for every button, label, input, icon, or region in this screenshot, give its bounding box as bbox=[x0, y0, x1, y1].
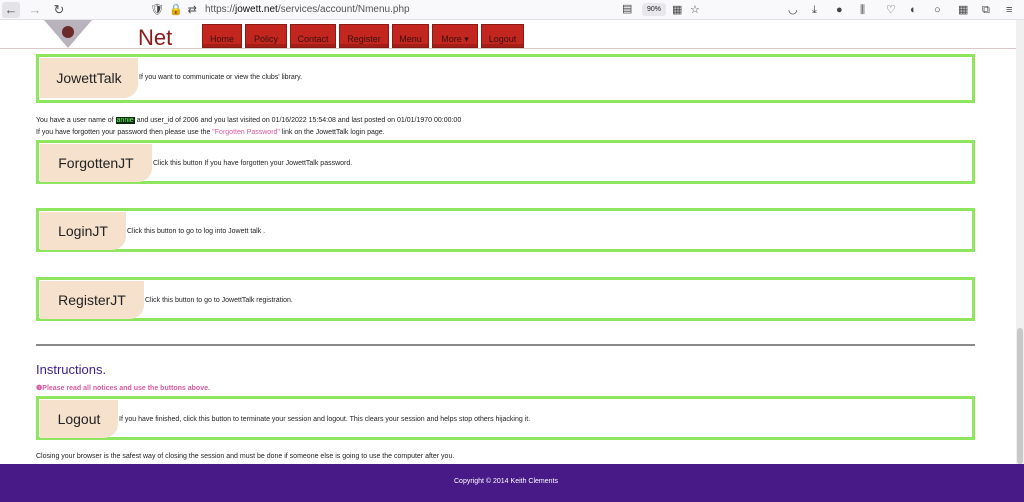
password-help-suffix: link on the JowettTalk login page. bbox=[281, 129, 385, 136]
jowetttalk-panel: JowettTalk If you want to communicate or… bbox=[36, 54, 975, 103]
url-path: /services/account/Nmenu.php bbox=[277, 4, 410, 15]
registerjt-description: Click this button to go to JowettTalk re… bbox=[145, 297, 293, 304]
menu-more-dropdown[interactable]: More ▾ bbox=[432, 24, 478, 48]
ublock-shield-icon[interactable]: ♡ bbox=[886, 2, 896, 18]
zoom-level[interactable]: 90% bbox=[642, 3, 666, 16]
download-icon[interactable]: ⤓ bbox=[812, 2, 817, 18]
instructions-heading: Instructions. bbox=[36, 362, 107, 377]
bookmark-star-icon[interactable]: ☆ bbox=[690, 2, 700, 18]
reader-view-icon[interactable]: ▤ bbox=[622, 2, 632, 15]
loginjt-button[interactable]: LoginJT bbox=[40, 212, 126, 250]
menu-menu-button[interactable]: Menu bbox=[392, 24, 429, 48]
extension-2-icon[interactable]: ○ bbox=[934, 2, 941, 18]
user-info-prefix: You have a user name of bbox=[36, 117, 114, 124]
reload-icon[interactable]: ↻ bbox=[50, 2, 68, 18]
jowetttalk-button[interactable]: JowettTalk bbox=[40, 58, 138, 98]
menu-logout-button[interactable]: Logout bbox=[481, 24, 524, 48]
forward-arrow-icon[interactable]: → bbox=[26, 2, 44, 18]
url-scheme: https:// bbox=[205, 4, 236, 15]
site-security-icons[interactable]: 🛡🔒⇄ bbox=[150, 3, 202, 16]
extension-icon[interactable]: ◐ bbox=[910, 2, 917, 18]
section-divider bbox=[36, 344, 975, 346]
logout-description: If you have finished, click this button … bbox=[119, 416, 531, 423]
registerjt-button[interactable]: RegisterJT bbox=[40, 281, 144, 319]
password-help-line: If you have forgotten your password then… bbox=[36, 129, 385, 136]
copyright-text: Copyright © 2014 Keith Clements bbox=[454, 478, 558, 485]
registerjt-panel: RegisterJT Click this button to go to Jo… bbox=[36, 277, 975, 321]
menu-contact-button[interactable]: Contact bbox=[290, 24, 336, 48]
hamburger-menu-icon[interactable]: ≡ bbox=[1006, 2, 1012, 18]
password-help-prefix: If you have forgotten your password then… bbox=[36, 129, 211, 136]
user-info-line: You have a user name of annie and user_i… bbox=[36, 117, 461, 124]
forgottenjt-description: Click this button If you have forgotten … bbox=[153, 160, 353, 167]
share-icon[interactable]: ⧉ bbox=[982, 2, 990, 18]
forgottenjt-panel: ForgottenJT Click this button If you hav… bbox=[36, 140, 975, 184]
username-highlight: annie bbox=[115, 117, 135, 124]
notice-text: Please read all notices and use the butt… bbox=[42, 385, 210, 392]
back-arrow-icon[interactable]: ← bbox=[2, 2, 20, 18]
menu-register-button[interactable]: Register bbox=[339, 24, 389, 48]
forgotten-password-link[interactable]: "Forgotten Password" bbox=[212, 129, 280, 136]
forgottenjt-button[interactable]: ForgottenJT bbox=[40, 144, 152, 182]
instructions-notice: ❶Please read all notices and use the but… bbox=[36, 384, 210, 392]
loginjt-description: Click this button to go to log into Jowe… bbox=[127, 228, 266, 235]
closing-browser-note: Closing your browser is the safest way o… bbox=[36, 453, 455, 460]
extensions-grid-icon[interactable]: ▦ bbox=[958, 2, 968, 18]
url-domain: jowett.net bbox=[235, 4, 278, 15]
jowetttalk-description: If you want to communicate or view the c… bbox=[139, 74, 303, 81]
logo-emblem-icon bbox=[62, 26, 74, 38]
browser-toolbar: ← → ↻ 🛡🔒⇄ https://jowett.net/services/ac… bbox=[0, 0, 1024, 20]
loginjt-panel: LoginJT Click this button to go to log i… bbox=[36, 208, 975, 252]
qr-code-icon[interactable]: ▦ bbox=[672, 2, 682, 18]
logout-panel: Logout If you have finished, click this … bbox=[36, 396, 975, 440]
user-info-suffix: and user_id of 2006 and you last visited… bbox=[136, 117, 462, 124]
scrollbar-thumb[interactable] bbox=[1017, 328, 1023, 464]
address-bar[interactable]: https://jowett.net/services/account/Nmen… bbox=[205, 4, 410, 15]
menu-home-button[interactable]: Home bbox=[202, 24, 242, 48]
library-icon[interactable]: ⫼ bbox=[860, 2, 865, 18]
logout-button[interactable]: Logout bbox=[40, 400, 118, 438]
header-divider bbox=[0, 48, 1016, 49]
menu-policy-button[interactable]: Policy bbox=[245, 24, 287, 48]
account-icon[interactable]: ● bbox=[836, 2, 843, 18]
pocket-icon[interactable]: ◡ bbox=[788, 2, 798, 18]
